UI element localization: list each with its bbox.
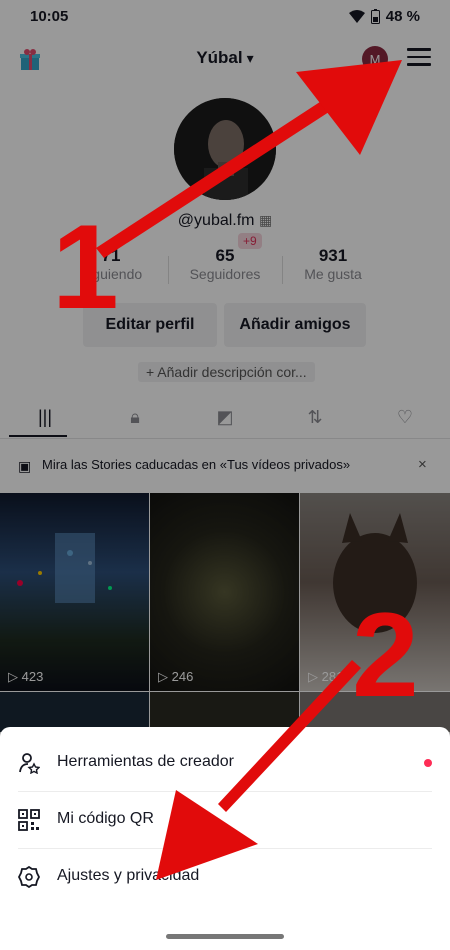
arrow-to-menu-icon xyxy=(96,60,402,258)
annotation-step-2: 2 xyxy=(352,588,419,722)
annotation-overlay: 1 2 xyxy=(52,60,419,880)
arrow-to-settings-icon xyxy=(156,660,361,880)
annotation-step-1: 1 xyxy=(52,200,119,334)
